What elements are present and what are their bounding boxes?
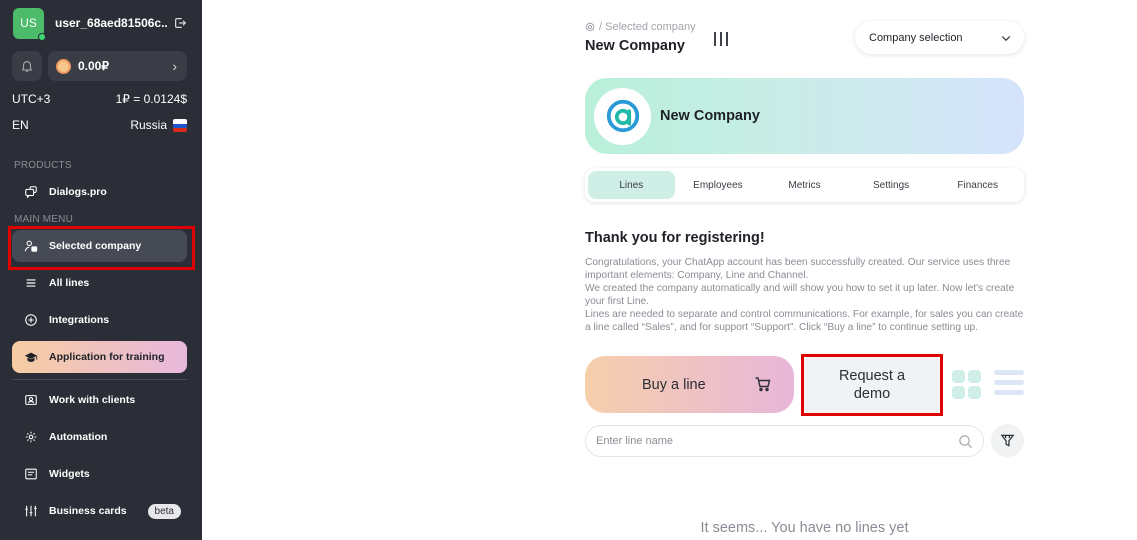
tab-metrics[interactable]: Metrics — [761, 171, 848, 199]
line-search-field[interactable] — [585, 425, 984, 457]
language-selector[interactable]: EN — [12, 118, 29, 132]
sidebar-divider — [12, 379, 187, 380]
welcome-paragraph: We created the company automatically and… — [585, 283, 1015, 307]
lines-icon — [24, 276, 38, 290]
company-selection-label: Company selection — [869, 31, 963, 44]
buy-line-button[interactable]: Buy a line — [585, 356, 794, 413]
chevron-right-icon: › — [172, 58, 177, 74]
user-profile[interactable]: US user_68aed81506c... — [13, 7, 189, 41]
country-name: Russia — [130, 118, 167, 132]
sidebar-item-dialogs-pro[interactable]: Dialogs.pro — [12, 176, 187, 208]
timezone-rate-row: UTC+3 1₽ = 0.0124$ — [12, 92, 187, 106]
welcome-paragraph: Lines are needed to separate and control… — [585, 309, 1024, 333]
bell-icon — [21, 61, 33, 72]
online-status-dot — [38, 32, 46, 41]
sidebar: US user_68aed81506c... 0.00₽ › UTC+3 1₽ … — [0, 0, 202, 540]
sidebar-item-label: Dialogs.pro — [49, 186, 107, 198]
chat-icon — [24, 185, 38, 199]
tab-settings[interactable]: Settings — [848, 171, 935, 199]
sidebar-item-label: Work with clients — [49, 394, 136, 406]
notifications-button[interactable] — [12, 51, 42, 81]
list-view-icon[interactable] — [994, 370, 1024, 400]
products-section-label: PRODUCTS — [14, 160, 72, 171]
welcome-paragraph: Congratulations, your ChatApp account ha… — [585, 257, 1011, 281]
widget-icon — [24, 467, 38, 481]
tab-lines[interactable]: Lines — [588, 171, 675, 199]
sidebar-item-integrations[interactable]: Integrations — [12, 304, 187, 336]
tab-finances[interactable]: Finances — [934, 171, 1021, 199]
plus-circle-icon — [24, 313, 38, 327]
balance-amount: 0.00₽ — [78, 59, 109, 73]
sidebar-item-application-for-training[interactable]: Application for training — [12, 341, 187, 373]
beta-badge: beta — [147, 503, 181, 519]
currency-rate: 1₽ = 0.0124$ — [115, 92, 187, 106]
logout-icon[interactable] — [173, 16, 187, 30]
balance-button[interactable]: 0.00₽ › — [48, 51, 187, 81]
username: user_68aed81506c... — [55, 16, 167, 30]
home-icon[interactable] — [585, 22, 595, 32]
welcome-title: Thank you for registering! — [585, 230, 765, 246]
company-banner: New Company — [585, 78, 1024, 154]
menu-bars-icon[interactable] — [713, 31, 729, 47]
sidebar-item-label: Business cards — [49, 505, 127, 517]
sidebar-item-widgets[interactable]: Widgets — [12, 458, 187, 490]
country-selector[interactable]: Russia — [130, 118, 187, 133]
company-tabs: Lines Employees Metrics Settings Finance… — [585, 168, 1024, 202]
company-name: New Company — [660, 108, 760, 124]
filter-icon — [1000, 434, 1015, 447]
graduation-cap-icon — [24, 350, 38, 364]
sidebar-item-business-cards[interactable]: Business cards beta — [12, 495, 187, 527]
sliders-icon — [24, 504, 38, 518]
sidebar-item-label: All lines — [49, 277, 90, 289]
coin-icon — [56, 58, 71, 74]
filter-button[interactable] — [991, 424, 1024, 457]
cart-icon — [755, 377, 771, 392]
company-selection-dropdown[interactable]: Company selection — [855, 21, 1024, 54]
welcome-text: Congratulations, your ChatApp account ha… — [585, 256, 1024, 334]
line-search-input[interactable] — [594, 434, 958, 448]
annotation-highlight-request-demo — [801, 354, 943, 416]
sidebar-item-all-lines[interactable]: All lines — [12, 267, 187, 299]
breadcrumb-current: Selected company — [605, 21, 696, 33]
search-icon[interactable] — [958, 434, 973, 449]
buy-line-label: Buy a line — [642, 376, 706, 393]
chevron-down-icon — [1001, 35, 1011, 41]
sidebar-item-label: Automation — [49, 431, 108, 443]
grid-view-icon[interactable] — [952, 370, 981, 399]
language-country-row: EN Russia — [12, 118, 187, 133]
page-title: New Company — [585, 38, 685, 54]
tab-employees[interactable]: Employees — [675, 171, 762, 199]
chatapp-logo-icon — [606, 99, 639, 133]
breadcrumb: / Selected company — [585, 21, 696, 33]
sidebar-item-automation[interactable]: Automation — [12, 421, 187, 453]
sidebar-item-work-with-clients[interactable]: Work with clients — [12, 384, 187, 416]
empty-state-message: It seems... You have no lines yet — [700, 520, 909, 536]
company-logo — [594, 87, 651, 145]
sidebar-item-label: Integrations — [49, 314, 110, 326]
sidebar-item-label: Application for training — [49, 351, 165, 363]
sidebar-item-label: Widgets — [49, 468, 90, 480]
main-menu-section-label: MAIN MENU — [14, 214, 74, 225]
avatar-initials: US — [20, 16, 37, 30]
annotation-highlight-selected-company — [8, 226, 195, 270]
automation-icon — [24, 430, 38, 444]
avatar[interactable]: US — [13, 7, 46, 41]
russia-flag-icon — [173, 119, 187, 133]
contact-card-icon — [24, 393, 38, 407]
timezone[interactable]: UTC+3 — [12, 92, 50, 106]
